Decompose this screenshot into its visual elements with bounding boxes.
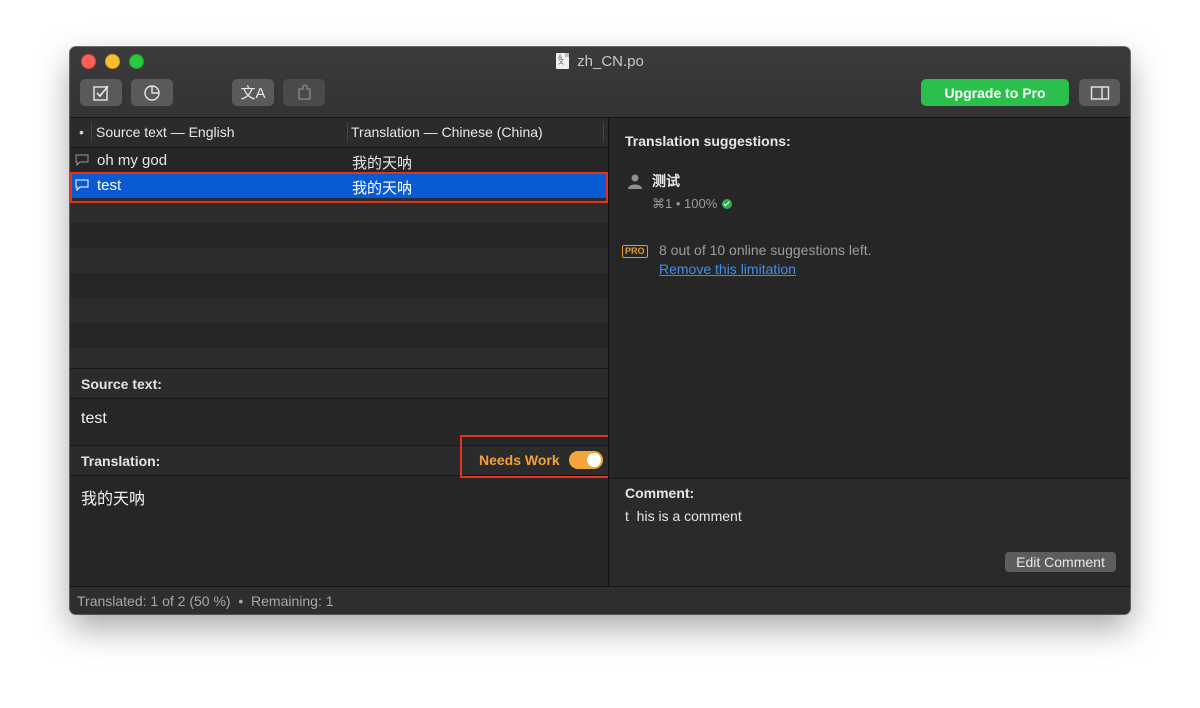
translation-cell: 我的天呐 — [352, 155, 413, 172]
strings-table: oh my god 我的天呐 test 我的天呐 — [70, 148, 608, 373]
column-header-status[interactable]: • — [79, 124, 84, 140]
suggestion-text[interactable]: 测试 — [652, 171, 680, 191]
suggestion-meta: ⌘1 • 100% — [652, 196, 733, 212]
table-header: • Source text — English Translation — Ch… — [70, 118, 608, 148]
check-circle-icon — [722, 199, 733, 209]
source-cell: test — [97, 177, 122, 194]
app-window: A文 zh_CN.po 文A Upgrade to Pro • Source t… — [70, 47, 1130, 614]
suggestions-title: Translation suggestions: — [625, 133, 791, 149]
empty-row — [70, 248, 608, 273]
needs-work-toggle[interactable] — [569, 451, 603, 469]
edit-comment-button[interactable]: Edit Comment — [1005, 552, 1116, 572]
pro-badge: PRO — [622, 245, 648, 258]
source-text-header: Source text: — [70, 368, 608, 399]
window-title-bar: A文 zh_CN.po — [70, 52, 1130, 70]
editor-pane: • Source text — English Translation — Ch… — [70, 118, 624, 586]
empty-row — [70, 223, 608, 248]
source-text-value: test — [81, 410, 107, 427]
translation-label: Translation: — [81, 453, 161, 469]
document-icon: A文 — [556, 53, 570, 69]
pie-chart-icon — [144, 84, 160, 101]
table-row[interactable]: oh my god 我的天呐 — [70, 148, 608, 173]
comment-icon — [75, 179, 89, 191]
column-header-translation[interactable]: Translation — Chinese (China) — [351, 124, 543, 140]
status-text: Translated: 1 of 2 (50 %) • Remaining: 1 — [77, 593, 334, 609]
empty-row — [70, 323, 608, 348]
checkbox-icon — [93, 85, 109, 101]
sidebar-icon — [1090, 85, 1109, 100]
translation-header: Translation: Needs Work — [70, 445, 608, 476]
column-header-source[interactable]: Source text — English — [96, 124, 235, 140]
translation-field[interactable]: 我的天呐 — [81, 485, 145, 509]
suggestion-score: ⌘1 • 100% — [652, 196, 718, 211]
empty-row — [70, 198, 608, 223]
table-row-selected[interactable]: test 我的天呐 — [70, 173, 608, 198]
source-cell: oh my god — [97, 152, 168, 169]
translate-icon: 文A — [240, 85, 266, 102]
comment-label: Comment: — [625, 485, 695, 501]
validate-button[interactable] — [80, 79, 122, 106]
comment-text: t his is a comment — [625, 508, 742, 524]
needs-work-label: Needs Work — [479, 452, 560, 468]
toolbar: A文 zh_CN.po 文A Upgrade to Pro — [70, 47, 1130, 118]
comment-icon — [75, 154, 89, 166]
upgrade-to-pro-button[interactable]: Upgrade to Pro — [921, 79, 1069, 106]
person-icon — [628, 174, 642, 189]
status-bar: Translated: 1 of 2 (50 %) • Remaining: 1 — [70, 586, 1130, 614]
puzzle-icon — [298, 83, 311, 100]
source-text-label: Source text: — [81, 376, 162, 392]
statistics-button[interactable] — [131, 79, 173, 106]
empty-row — [70, 273, 608, 298]
translate-button[interactable]: 文A — [232, 79, 274, 106]
translation-cell: 我的天呐 — [352, 180, 413, 197]
suggestions-limit-note: 8 out of 10 online suggestions left. — [659, 242, 872, 258]
paste-button[interactable] — [283, 79, 325, 106]
sidebar-pane: Translation suggestions: 测试 ⌘1 • 100% PR… — [609, 118, 1130, 587]
window-title: zh_CN.po — [577, 52, 644, 70]
comment-section: Comment: t his is a comment Edit Comment — [609, 478, 1130, 587]
empty-row — [70, 298, 608, 323]
toggle-sidebar-button[interactable] — [1079, 79, 1120, 106]
remove-limitation-link[interactable]: Remove this limitation — [659, 261, 796, 277]
